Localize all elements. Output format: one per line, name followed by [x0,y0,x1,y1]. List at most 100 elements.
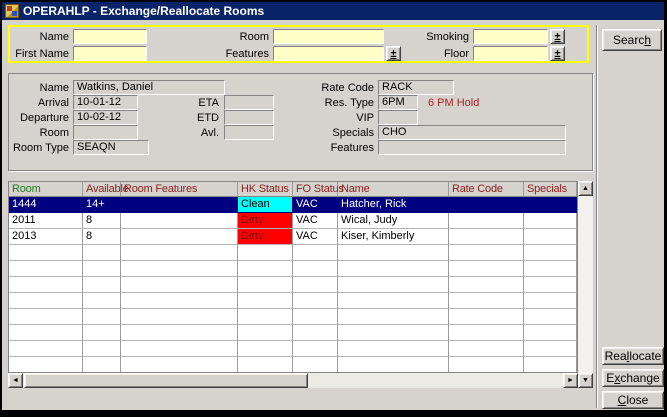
table-cell[interactable] [338,277,449,293]
table-cell[interactable]: 2013 [9,229,83,245]
close-button[interactable]: Close [602,391,664,409]
table-cell[interactable] [9,277,83,293]
table-cell[interactable] [83,293,121,309]
table-cell[interactable] [238,357,293,373]
table-cell[interactable] [293,277,338,293]
scroll-up-button[interactable]: ▲ [578,181,593,196]
table-cell[interactable] [121,325,238,341]
table-cell[interactable] [449,341,524,357]
table-cell[interactable] [338,309,449,325]
table-cell[interactable]: Hatcher, Rick [338,197,449,213]
table-cell[interactable] [338,293,449,309]
table-cell[interactable] [338,357,449,373]
table-row[interactable]: 20138 DirtyVACKiser, Kimberly [9,229,577,245]
table-cell[interactable] [449,357,524,373]
table-cell[interactable] [293,245,338,261]
table-cell[interactable] [83,309,121,325]
horizontal-scrollbar-thumb[interactable] [24,373,308,388]
table-row[interactable] [9,293,577,309]
table-cell[interactable] [9,325,83,341]
table-cell[interactable] [524,261,577,277]
table-cell[interactable]: VAC [293,229,338,245]
table-cell[interactable] [338,261,449,277]
table-cell[interactable] [293,341,338,357]
table-cell[interactable]: Dirty [238,229,293,245]
table-cell[interactable] [238,309,293,325]
table-cell[interactable] [449,213,524,229]
table-row[interactable] [9,341,577,357]
table-cell[interactable] [449,245,524,261]
smoking-lov-button[interactable]: ± [550,29,565,44]
smoking-input[interactable] [473,29,548,44]
table-cell[interactable] [524,325,577,341]
name-input[interactable] [73,29,147,44]
table-cell[interactable] [121,357,238,373]
table-cell[interactable] [293,325,338,341]
table-cell[interactable] [121,309,238,325]
table-cell[interactable] [9,293,83,309]
features-input[interactable] [273,46,384,61]
table-row[interactable] [9,309,577,325]
table-cell[interactable] [83,277,121,293]
first-name-input[interactable] [73,46,147,61]
table-cell[interactable]: VAC [293,213,338,229]
table-cell[interactable]: 1444 [9,197,83,213]
table-cell[interactable] [449,229,524,245]
table-cell[interactable] [338,245,449,261]
table-cell[interactable]: VAC [293,197,338,213]
table-cell[interactable] [121,293,238,309]
table-row[interactable] [9,245,577,261]
table-cell[interactable] [238,277,293,293]
scroll-down-button[interactable]: ▼ [578,373,593,388]
table-cell[interactable] [293,293,338,309]
table-cell[interactable] [449,277,524,293]
floor-lov-button[interactable]: ± [550,46,565,61]
table-cell[interactable] [9,245,83,261]
table-cell[interactable]: Wical, Judy [338,213,449,229]
table-cell[interactable] [449,197,524,213]
table-cell[interactable]: 8 [83,229,121,245]
table-cell[interactable] [121,341,238,357]
table-cell[interactable] [524,293,577,309]
table-cell[interactable]: 2011 [9,213,83,229]
table-cell[interactable] [524,277,577,293]
table-cell[interactable] [524,357,577,373]
table-cell[interactable]: Dirty [238,213,293,229]
table-cell[interactable] [9,341,83,357]
table-cell[interactable] [449,325,524,341]
table-cell[interactable] [83,341,121,357]
table-cell[interactable] [524,229,577,245]
table-cell[interactable] [524,197,577,213]
table-cell[interactable] [121,277,238,293]
table-cell[interactable] [238,261,293,277]
table-cell[interactable] [9,261,83,277]
table-cell[interactable] [238,245,293,261]
table-cell[interactable] [293,309,338,325]
table-cell[interactable] [338,341,449,357]
table-cell[interactable] [449,261,524,277]
table-cell[interactable] [83,325,121,341]
table-cell[interactable] [338,325,449,341]
table-cell[interactable] [238,341,293,357]
table-cell[interactable] [524,213,577,229]
table-row[interactable] [9,357,577,373]
table-row[interactable]: 20118DirtyVACWical, Judy [9,213,577,229]
scroll-right-button[interactable]: ► [563,373,578,388]
scroll-left-button[interactable]: ◄ [8,373,23,388]
table-row[interactable] [9,325,577,341]
table-cell[interactable] [238,325,293,341]
table-cell[interactable] [83,357,121,373]
table-cell[interactable] [524,309,577,325]
search-button[interactable]: Search [602,29,662,51]
table-cell[interactable] [121,261,238,277]
table-cell[interactable] [9,309,83,325]
vertical-scrollbar-track[interactable] [578,196,593,373]
table-cell[interactable] [524,341,577,357]
table-cell[interactable]: Kiser, Kimberly [338,229,449,245]
table-cell[interactable] [449,293,524,309]
floor-input[interactable] [473,46,548,61]
titlebar[interactable]: OPERAHLP - Exchange/Reallocate Rooms [2,2,664,20]
table-cell[interactable] [238,293,293,309]
table-cell[interactable] [83,261,121,277]
table-cell[interactable]: Clean [238,197,293,213]
